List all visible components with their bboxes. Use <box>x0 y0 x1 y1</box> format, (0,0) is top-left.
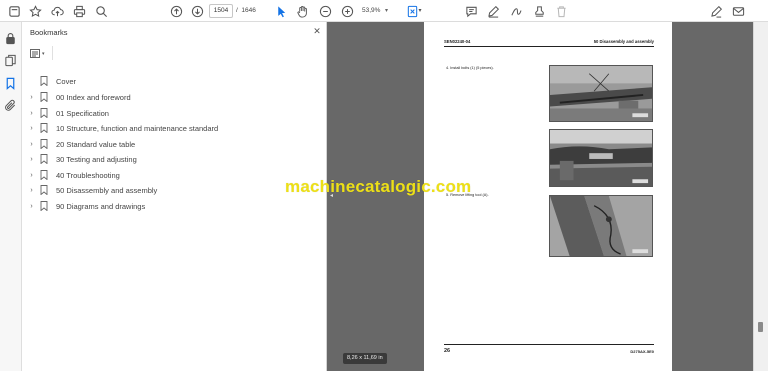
next-page-icon[interactable] <box>189 3 205 19</box>
highlight-pen-icon[interactable] <box>485 3 501 19</box>
cloud-upload-icon[interactable] <box>49 3 65 19</box>
footer-rule <box>444 344 654 345</box>
bookmarks-panel: Bookmarks ✕ ▾ Cover › 00 Index and forew… <box>22 22 327 371</box>
panel-title: Bookmarks <box>30 28 68 37</box>
fill-sign-icon[interactable] <box>708 3 724 19</box>
stamp-icon[interactable] <box>531 3 547 19</box>
chevron-right-icon[interactable]: › <box>27 172 36 179</box>
machine-model: D275AX-5E0 <box>630 349 654 354</box>
chevron-right-icon[interactable]: › <box>27 110 36 117</box>
vertical-scrollbar[interactable] <box>753 22 768 371</box>
photo-remove-lifting-tool <box>549 195 653 257</box>
bookmark-label: 20 Standard value table <box>56 139 136 149</box>
bookmark-item-testing[interactable]: › 30 Testing and adjusting <box>22 152 322 166</box>
bookmark-label: 01 Specification <box>56 108 109 118</box>
mail-icon[interactable] <box>730 3 746 19</box>
bookmark-icon <box>40 170 49 181</box>
bookmark-label: Cover <box>56 76 77 86</box>
previous-page-icon[interactable] <box>168 3 184 19</box>
bookmark-item-structure[interactable]: › 10 Structure, function and maintenance… <box>22 121 322 135</box>
bookmark-icon <box>40 139 49 150</box>
photo-install-bolts <box>549 65 653 122</box>
header-rule <box>444 46 654 47</box>
bookmark-icon <box>40 154 49 165</box>
chevron-down-icon: ▾ <box>42 50 45 57</box>
bookmark-item-disassembly[interactable]: › 50 Disassembly and assembly <box>22 183 322 197</box>
scrollbar-thumb[interactable] <box>758 322 763 332</box>
zoom-in-icon[interactable] <box>339 3 355 19</box>
bookmark-label: 30 Testing and adjusting <box>56 154 137 164</box>
hand-tool-icon[interactable] <box>294 3 310 19</box>
page-total-label: / 1646 <box>236 7 256 14</box>
bookmark-label: 40 Troubleshooting <box>56 170 120 180</box>
select-cursor-icon[interactable] <box>273 3 289 19</box>
page-thumbnails-icon[interactable] <box>4 54 17 67</box>
bookmark-label: 10 Structure, function and maintenance s… <box>56 123 219 133</box>
main-toolbar: 1504 / 1646 53,9% ▾ ▾ <box>0 0 768 22</box>
page-header-section: 50 Disassembly and assembly <box>593 39 654 44</box>
bookmark-icon <box>40 108 49 119</box>
bookmark-item-index[interactable]: › 00 Index and foreword <box>22 90 322 104</box>
bookmark-panel-icon[interactable] <box>4 77 17 90</box>
bookmark-label: 50 Disassembly and assembly <box>56 185 158 195</box>
comment-icon[interactable] <box>463 3 479 19</box>
page-size-badge: 8,26 x 11,69 in <box>343 353 387 364</box>
divider <box>52 46 53 60</box>
page-number: 26 <box>444 348 451 354</box>
zoom-level-select[interactable]: 53,9% <box>362 4 380 18</box>
chevron-right-icon[interactable]: › <box>27 141 36 148</box>
bookmark-item-cover[interactable]: Cover <box>22 74 322 88</box>
photo-lifting-detail <box>549 129 653 187</box>
bookmark-icon <box>40 201 49 212</box>
chevron-down-icon[interactable]: ▾ <box>416 3 424 19</box>
chevron-right-icon[interactable]: › <box>27 203 36 210</box>
bookmark-icon <box>40 123 49 134</box>
navigation-rail <box>0 22 22 371</box>
search-icon[interactable] <box>93 3 109 19</box>
watermark-text: machinecatalogic.com <box>285 177 472 196</box>
bookmark-item-diagrams[interactable]: › 90 Diagrams and drawings <box>22 199 322 213</box>
zoom-out-icon[interactable] <box>317 3 333 19</box>
bookmark-label: 90 Diagrams and drawings <box>56 201 146 211</box>
chevron-down-icon[interactable]: ▾ <box>385 4 388 18</box>
lock-icon[interactable] <box>4 32 17 45</box>
chevron-right-icon[interactable]: › <box>27 156 36 163</box>
bookmark-item-specification[interactable]: › 01 Specification <box>22 106 322 120</box>
close-icon[interactable]: ✕ <box>312 26 322 36</box>
chevron-right-icon[interactable]: › <box>27 125 36 132</box>
bookmark-icon <box>40 185 49 196</box>
bookmark-item-standard-value[interactable]: › 20 Standard value table <box>22 137 322 151</box>
create-icon[interactable] <box>6 3 22 19</box>
bookmark-label: 00 Index and foreword <box>56 92 131 102</box>
attachment-icon[interactable] <box>4 99 17 112</box>
bookmark-icon <box>40 92 49 103</box>
chevron-right-icon[interactable]: › <box>27 187 36 194</box>
step-4-text: 4. Install bolts (1) (5 pieces). <box>446 66 494 70</box>
draw-icon[interactable] <box>508 3 524 19</box>
star-icon[interactable] <box>27 3 43 19</box>
bookmark-icon <box>40 76 49 87</box>
print-icon[interactable] <box>71 3 87 19</box>
page-header-code: SEN02240-04 <box>444 39 471 44</box>
page-number-input[interactable]: 1504 <box>209 4 233 18</box>
delete-icon[interactable] <box>553 3 569 19</box>
list-options-icon <box>30 49 40 58</box>
bookmark-options-button[interactable]: ▾ <box>30 48 48 59</box>
bookmark-item-troubleshooting[interactable]: › 40 Troubleshooting <box>22 168 322 182</box>
chevron-right-icon[interactable]: › <box>27 94 36 101</box>
